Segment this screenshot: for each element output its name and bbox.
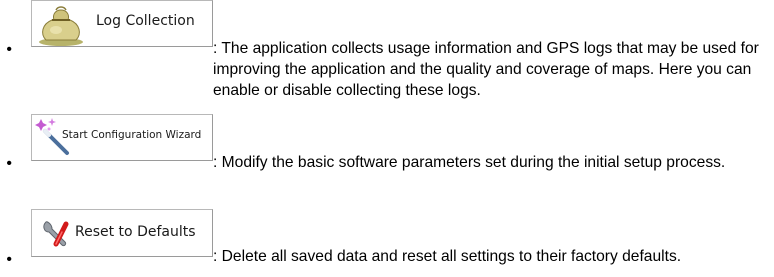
button-label: Reset to Defaults xyxy=(75,224,196,240)
description: : Modify the basic software parameters s… xyxy=(213,154,726,171)
button-label: Start Configuration Wizard xyxy=(62,129,202,141)
button-label: Log Collection xyxy=(96,13,195,29)
bullet: • xyxy=(6,251,12,268)
description: : The application collects usage informa… xyxy=(213,40,759,99)
bullet: • xyxy=(6,155,12,172)
description: : Delete all saved data and reset all se… xyxy=(213,248,682,265)
bullet: • xyxy=(6,41,12,58)
